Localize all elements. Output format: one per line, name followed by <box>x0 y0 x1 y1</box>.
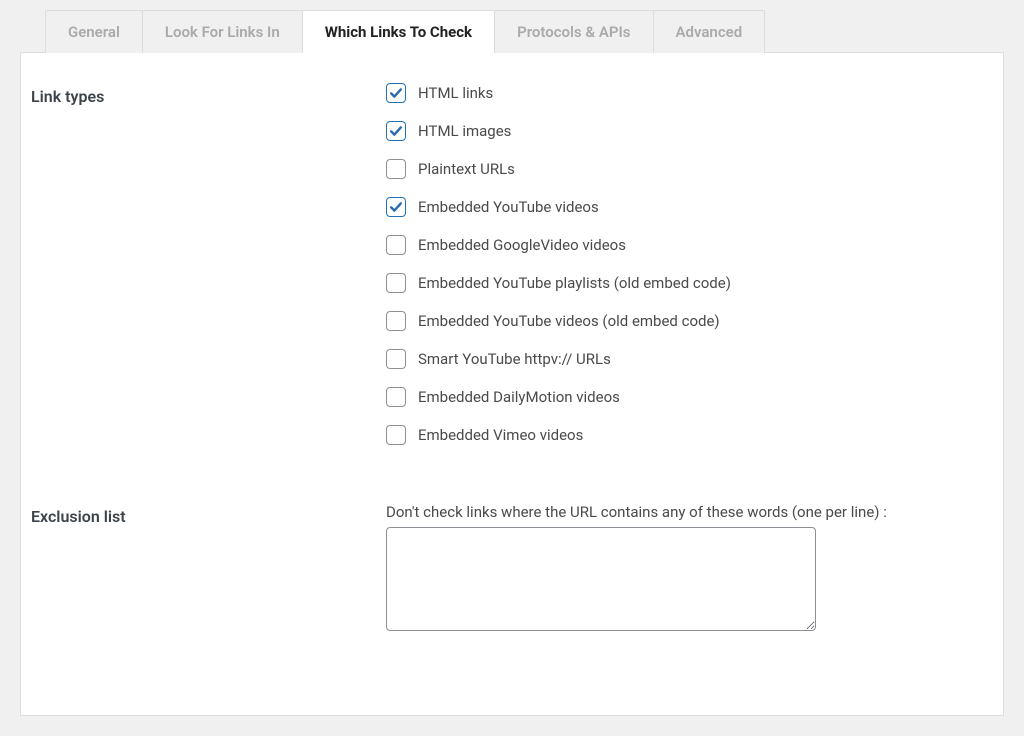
link-types-options: HTML links HTML images Plaintext URLs Embed… <box>386 83 993 463</box>
linktype-option[interactable]: Plaintext URLs <box>386 159 963 179</box>
tab-general[interactable]: General <box>45 10 143 53</box>
checkbox[interactable] <box>386 235 406 255</box>
checkbox-label: Embedded YouTube videos (old embed code) <box>418 312 720 330</box>
linktype-option[interactable]: Embedded YouTube playlists (old embed co… <box>386 273 963 293</box>
checkbox-label: Embedded YouTube playlists (old embed co… <box>418 274 731 292</box>
tab-look-for-links-in[interactable]: Look For Links In <box>142 10 303 53</box>
linktype-option[interactable]: Embedded YouTube videos (old embed code) <box>386 311 963 331</box>
linktype-option[interactable]: HTML links <box>386 83 963 103</box>
linktype-option[interactable]: Embedded Vimeo videos <box>386 425 963 445</box>
checkbox-label: Embedded DailyMotion videos <box>418 388 620 406</box>
checkbox-label: Plaintext URLs <box>418 160 515 178</box>
checkbox-label: Embedded YouTube videos <box>418 198 599 216</box>
linktype-option[interactable]: HTML images <box>386 121 963 141</box>
exclusion-list-description: Don't check links where the URL contains… <box>386 503 963 521</box>
linktype-option[interactable]: Embedded YouTube videos <box>386 197 963 217</box>
checkbox[interactable] <box>386 121 406 141</box>
exclusion-list-field: Don't check links where the URL contains… <box>386 503 993 635</box>
tab-which-links-to-check[interactable]: Which Links To Check <box>302 10 495 53</box>
link-types-row: Link types HTML links HTML images Plaintex… <box>21 83 1003 463</box>
checkbox-label: HTML links <box>418 84 493 102</box>
settings-panel-which-links: Link types HTML links HTML images Plaintex… <box>20 52 1004 716</box>
exclusion-list-heading: Exclusion list <box>31 503 386 526</box>
exclusion-list-textarea[interactable] <box>386 527 816 631</box>
linktype-option[interactable]: Smart YouTube httpv:// URLs <box>386 349 963 369</box>
linktype-option[interactable]: Embedded DailyMotion videos <box>386 387 963 407</box>
tab-advanced[interactable]: Advanced <box>653 10 766 53</box>
checkbox[interactable] <box>386 311 406 331</box>
checkbox[interactable] <box>386 425 406 445</box>
checkbox-label: Embedded GoogleVideo videos <box>418 236 626 254</box>
checkbox[interactable] <box>386 273 406 293</box>
checkbox[interactable] <box>386 387 406 407</box>
linktype-option[interactable]: Embedded GoogleVideo videos <box>386 235 963 255</box>
checkbox[interactable] <box>386 83 406 103</box>
link-types-heading: Link types <box>31 83 386 106</box>
exclusion-list-row: Exclusion list Don't check links where t… <box>21 503 1003 635</box>
checkbox[interactable] <box>386 349 406 369</box>
checkbox-label: Smart YouTube httpv:// URLs <box>418 350 611 368</box>
checkbox[interactable] <box>386 197 406 217</box>
checkbox-label: Embedded Vimeo videos <box>418 426 583 444</box>
settings-tabs: GeneralLook For Links InWhich Links To C… <box>45 10 1004 53</box>
tab-protocols-apis[interactable]: Protocols & APIs <box>494 10 653 53</box>
checkbox[interactable] <box>386 159 406 179</box>
checkbox-label: HTML images <box>418 122 511 140</box>
